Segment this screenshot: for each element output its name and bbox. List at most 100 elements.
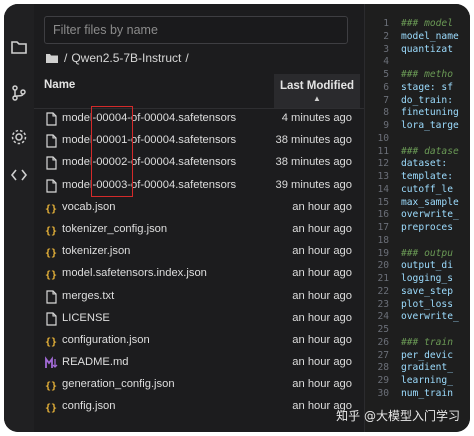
settings-icon[interactable] xyxy=(10,128,28,146)
code-line: 22 save_step xyxy=(365,286,470,299)
line-number: 26 xyxy=(377,336,389,348)
file-name: model-00003-of-00004.safetensors xyxy=(62,178,237,191)
file-modified: an hour ago xyxy=(292,333,352,346)
code-text: do_train: xyxy=(401,94,453,106)
code-line: 24 overwrite_ xyxy=(365,311,470,324)
code-text: output_di xyxy=(401,260,453,272)
file-name: LICENSE xyxy=(62,311,110,324)
file-row[interactable]: {} tokenizer_config.json an hour ago xyxy=(34,219,364,241)
file-row[interactable]: model-00004-of-00004.safetensors 4 minute… xyxy=(34,108,364,130)
name-column-header[interactable]: Name xyxy=(44,79,75,91)
code-line: 8 finetuning xyxy=(365,107,470,120)
line-number: 18 xyxy=(377,234,389,246)
filter-input[interactable] xyxy=(45,17,347,43)
code-line: 6 stage: sf xyxy=(365,82,470,95)
code-line: 13 template: xyxy=(365,171,470,184)
file-row[interactable]: {} tokenizer.json an hour ago xyxy=(34,241,364,263)
line-number: 5 xyxy=(383,69,389,80)
breadcrumb: / Qwen2.5-7B-Instruct / xyxy=(46,48,189,68)
code-text: plot_loss xyxy=(401,298,453,310)
code-line: 16 overwrite_ xyxy=(365,209,470,222)
code-line: 29 learning_ xyxy=(365,375,470,388)
markdown-icon xyxy=(45,356,58,370)
sort-ascending-icon: ▲ xyxy=(313,94,321,103)
file-modified: an hour ago xyxy=(292,311,352,324)
file-list-header: Name Last Modified ▲ xyxy=(34,74,364,109)
code-line: 17 preproces xyxy=(365,222,470,235)
file-row[interactable]: {} generation_config.json an hour ago xyxy=(34,374,364,396)
code-line: 26 ### train xyxy=(365,337,470,350)
last-modified-column-header[interactable]: Last Modified ▲ xyxy=(274,74,360,108)
file-list: model-00004-of-00004.safetensors 4 minute… xyxy=(34,108,364,419)
code-text: finetuning xyxy=(401,107,459,119)
code-line: 18 xyxy=(365,235,470,248)
code-text: preproces xyxy=(401,222,453,233)
file-name: merges.txt xyxy=(62,289,115,302)
svg-text:{}: {} xyxy=(45,270,57,281)
code-icon[interactable] xyxy=(10,166,28,184)
line-number: 17 xyxy=(377,222,389,233)
file-modified: an hour ago xyxy=(292,289,352,302)
file-row[interactable]: LICENSE an hour ago xyxy=(34,308,364,330)
json-icon: {} xyxy=(45,378,58,392)
code-line: 27 per_devic xyxy=(365,350,470,363)
line-number: 15 xyxy=(377,196,389,208)
json-icon: {} xyxy=(45,267,58,281)
line-number: 4 xyxy=(383,56,389,68)
breadcrumb-trail: / xyxy=(185,51,189,65)
code-text: cutoff_le xyxy=(401,183,453,195)
breadcrumb-root[interactable]: / xyxy=(64,51,67,65)
line-number: 23 xyxy=(377,298,389,310)
file-modified: an hour ago xyxy=(292,356,352,369)
file-modified: 38 minutes ago xyxy=(275,156,353,169)
file-modified: 4 minutes ago xyxy=(281,112,352,124)
code-text: ### outpu xyxy=(401,247,453,259)
file-row[interactable]: merges.txt an hour ago xyxy=(34,286,364,308)
code-line: 25 xyxy=(365,324,470,337)
svg-text:{}: {} xyxy=(45,381,57,392)
filter-box xyxy=(44,16,348,44)
file-row[interactable]: {} configuration.json an hour ago xyxy=(34,330,364,352)
folder-icon[interactable] xyxy=(10,38,28,56)
svg-text:{}: {} xyxy=(45,403,57,414)
file-icon xyxy=(45,289,58,304)
code-line: 2 model_name xyxy=(365,31,470,44)
code-text: gradient_ xyxy=(401,362,453,374)
line-number: 9 xyxy=(383,120,389,131)
file-row[interactable]: {} vocab.json an hour ago xyxy=(34,197,364,219)
line-number: 3 xyxy=(383,43,389,55)
file-browser: / Qwen2.5-7B-Instruct / Name Last Modifi… xyxy=(34,4,364,432)
code-line: 4 xyxy=(365,56,470,69)
file-row[interactable]: README.md an hour ago xyxy=(34,352,364,374)
code-text: stage: sf xyxy=(401,81,453,93)
file-row[interactable]: {} model.safetensors.index.json an hour ag… xyxy=(34,263,364,285)
code-text: ### metho xyxy=(401,69,453,80)
app-window: / Qwen2.5-7B-Instruct / Name Last Modifi… xyxy=(4,4,470,432)
file-row[interactable]: model-00001-of-00004.safetensors 38 minut… xyxy=(34,130,364,152)
file-name: model-00001-of-00004.safetensors xyxy=(62,134,237,147)
git-icon[interactable] xyxy=(10,84,28,102)
line-number: 2 xyxy=(383,30,389,42)
code-text: logging_s xyxy=(401,273,453,284)
code-line: 10 xyxy=(365,133,470,146)
line-number: 21 xyxy=(377,273,389,284)
file-modified: 38 minutes ago xyxy=(275,134,353,147)
svg-text:{}: {} xyxy=(45,204,57,215)
code-text: dataset: xyxy=(401,158,448,170)
line-number: 8 xyxy=(383,107,389,119)
line-number: 19 xyxy=(377,247,389,259)
code-line: 9 lora_targe xyxy=(365,120,470,133)
code-line: 19 ### outpu xyxy=(365,248,470,261)
file-row[interactable]: {} config.json an hour ago xyxy=(34,396,364,418)
file-row[interactable]: model-00002-of-00004.safetensors 38 minut… xyxy=(34,152,364,174)
code-line: 28 gradient_ xyxy=(365,362,470,375)
line-number: 16 xyxy=(377,209,389,221)
code-editor[interactable]: 1 ### model 2 model_name 3 quantizat 4 5 ### met… xyxy=(364,4,470,432)
code-line: 5 ### metho xyxy=(365,69,470,82)
code-line: 15 max_sample xyxy=(365,197,470,210)
file-icon xyxy=(45,112,58,126)
breadcrumb-folder[interactable]: Qwen2.5-7B-Instruct xyxy=(71,51,181,65)
svg-text:{}: {} xyxy=(45,337,57,348)
highlight-box xyxy=(91,106,133,197)
file-row[interactable]: model-00003-of-00004.safetensors 39 minut… xyxy=(34,175,364,197)
